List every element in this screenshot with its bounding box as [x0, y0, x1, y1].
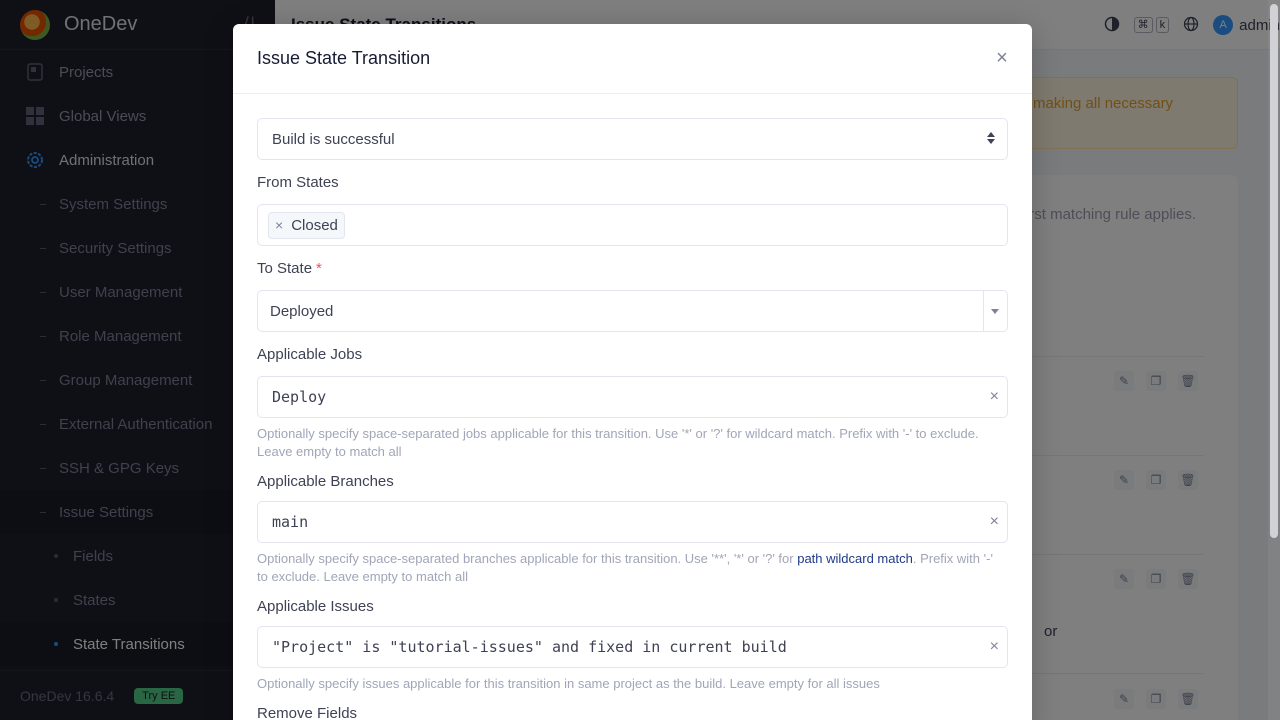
clear-icon[interactable]: ×: [990, 388, 999, 406]
modal-header: Issue State Transition: [233, 24, 1032, 94]
applicable-branches-help: Optionally specify space-separated branc…: [257, 551, 993, 584]
close-icon[interactable]: ×: [994, 48, 1010, 68]
applicable-jobs-help: Optionally specify space-separated jobs …: [257, 426, 979, 459]
chevron-down-icon[interactable]: [991, 309, 999, 314]
required-marker: *: [316, 259, 322, 277]
clear-icon[interactable]: ×: [990, 638, 999, 656]
modal-body: Build is successful From States × Closed…: [257, 118, 1008, 720]
scrollbar-thumb[interactable]: [1270, 4, 1278, 538]
from-states-label: From States: [257, 173, 339, 191]
from-states-input[interactable]: × Closed: [257, 204, 1008, 246]
scrollbar[interactable]: [1268, 0, 1280, 720]
to-state-label: To State *: [257, 259, 322, 277]
from-state-tag: × Closed: [268, 211, 345, 239]
applicable-branches-label: Applicable Branches: [257, 472, 394, 490]
trigger-select-value: Build is successful: [272, 130, 395, 148]
to-state-value: Deployed: [270, 302, 334, 320]
to-state-dropdown[interactable]: Deployed: [257, 290, 1008, 332]
clear-icon[interactable]: ×: [990, 513, 999, 531]
select-arrows-icon: [987, 132, 995, 144]
path-wildcard-match-link[interactable]: path wildcard match: [797, 551, 913, 566]
applicable-branches-value: main: [272, 513, 309, 531]
issue-state-transition-modal: Issue State Transition × Build is succes…: [233, 24, 1032, 720]
applicable-jobs-label: Applicable Jobs: [257, 345, 363, 363]
applicable-jobs-input[interactable]: Deploy ×: [257, 376, 1008, 418]
applicable-jobs-value: Deploy: [272, 388, 327, 406]
applicable-branches-input[interactable]: main ×: [257, 501, 1008, 543]
applicable-issues-value: "Project" is "tutorial-issues" and fixed…: [272, 638, 787, 656]
applicable-issues-input[interactable]: "Project" is "tutorial-issues" and fixed…: [257, 626, 1008, 668]
applicable-issues-help: Optionally specify issues applicable for…: [257, 676, 880, 691]
applicable-issues-label: Applicable Issues: [257, 597, 374, 615]
modal-title: Issue State Transition: [257, 48, 431, 68]
tag-label: Closed: [291, 216, 338, 234]
remove-fields-label: Remove Fields: [257, 704, 358, 720]
remove-tag-icon[interactable]: ×: [275, 217, 283, 233]
trigger-select[interactable]: Build is successful: [257, 118, 1008, 160]
